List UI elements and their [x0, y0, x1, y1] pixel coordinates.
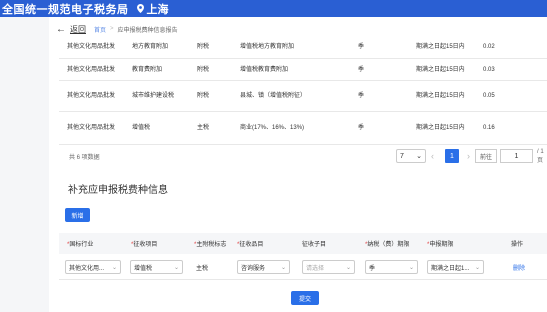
form-table-header: *国标行业 *征收项目 *主附税标志 *征收品目 征收子目 *纳税（费）期限 *…: [59, 233, 547, 254]
subitem-select[interactable]: 请选择 ⌄: [302, 260, 355, 274]
goto-label: 前往: [475, 149, 497, 163]
header-deadline: *申报期限: [427, 242, 454, 248]
top-header: 全国统一规范电子税务局 上海: [0, 0, 547, 17]
chevron-down-icon: ⌄: [173, 264, 179, 271]
back-arrow-icon: ←: [56, 23, 66, 35]
region-label: 上海: [146, 3, 169, 16]
cell-deadline: 期满之日起15日内: [416, 93, 465, 99]
chevron-down-icon: ⌄: [280, 264, 286, 271]
cell-category: 县城、镇（增值税附征）: [240, 93, 307, 99]
section-title: 补充应申报税费种信息: [68, 185, 168, 196]
chevron-down-icon: ⌄: [416, 153, 422, 160]
breadcrumb-current: 应申报税费种信息报告: [117, 27, 178, 34]
tax-info-table: 其他文化用品批发 地方教育附加 附税 增值税地方教育附加 季 期满之日起15日内…: [59, 36, 547, 145]
site-title: 全国统一规范电子税务局: [2, 3, 129, 16]
region-selector[interactable]: 上海: [136, 1, 169, 17]
page-total: / 1 页: [537, 148, 544, 164]
form-table-row: 其他文化用... ⌄ 增值税 ⌄ 主税 咨询服务 ⌄ 请选择 ⌄ 季 ⌄ 期满之日起1..…: [59, 254, 547, 280]
cell-rate: 0.16: [483, 125, 495, 131]
cell-category: 商业(17%、16%、13%): [240, 125, 305, 131]
header-category: *征收品目: [237, 242, 264, 248]
add-row-button[interactable]: 新增: [65, 208, 90, 222]
cell-item: 增值税: [132, 125, 151, 131]
chevron-down-icon: ⌄: [408, 264, 414, 271]
back-button[interactable]: ← 返回: [56, 24, 86, 35]
header-subitem: 征收子目: [302, 242, 327, 248]
cell-deadline: 期满之日起15日内: [416, 44, 465, 50]
cell-period: 季: [358, 125, 365, 131]
table-row: 其他文化用品批发 教育费附加 附税 增值税教育费附加 季 期满之日起15日内 0…: [59, 59, 547, 81]
main-mark-value: 主税: [196, 265, 209, 272]
page-size-value: 7: [400, 152, 404, 160]
chevron-down-icon: ⌄: [474, 264, 480, 271]
deadline-select[interactable]: 期满之日起1... ⌄: [427, 260, 484, 274]
page-number-button[interactable]: 1: [445, 149, 459, 163]
cell-main-mark: 附税: [197, 93, 210, 99]
app-root: 全国统一规范电子税务局 上海 ← 返回 首页 > 应申报税费种信息报告 其他文化…: [0, 0, 547, 312]
table-row: 其他文化用品批发 地方教育附加 附税 增值税地方教育附加 季 期满之日起15日内…: [59, 36, 547, 59]
cell-deadline: 期满之日起15日内: [416, 66, 465, 73]
cell-item: 地方教育附加: [132, 44, 169, 50]
item-select[interactable]: 增值税 ⌄: [130, 260, 183, 274]
cell-rate: 0.03: [483, 66, 495, 73]
cell-period: 季: [358, 93, 365, 99]
location-pin-icon: [136, 4, 144, 13]
cell-deadline: 期满之日起15日内: [416, 125, 465, 131]
category-select[interactable]: 咨询服务 ⌄: [237, 260, 290, 274]
page-size-select[interactable]: 7 ⌄: [396, 149, 426, 163]
header-main-mark: *主附税标志: [194, 242, 227, 248]
cell-item: 城市维护建设税: [132, 93, 175, 99]
header-industry: *国标行业: [67, 242, 94, 248]
table-row: 其他文化用品批发 增值税 主税 商业(17%、16%、13%) 季 期满之日起1…: [59, 112, 547, 145]
breadcrumb-separator: >: [110, 26, 114, 32]
cell-rate: 0.02: [483, 44, 495, 50]
cell-industry: 其他文化用品批发: [67, 66, 116, 73]
cell-industry: 其他文化用品批发: [67, 93, 116, 99]
pagination: 共 6 项数据 7 ⌄ ‹ 1 › 前往 1 / 1 页: [59, 148, 547, 164]
cell-main-mark: 附税: [197, 44, 210, 50]
header-action: 操作: [511, 242, 524, 248]
period-select[interactable]: 季 ⌄: [365, 260, 418, 274]
page-jump-input[interactable]: 1: [500, 149, 533, 163]
industry-select[interactable]: 其他文化用... ⌄: [65, 260, 121, 274]
prev-page-icon[interactable]: ‹: [431, 151, 434, 161]
cell-category: 增值税教育费附加: [240, 66, 289, 73]
back-label: 返回: [70, 24, 86, 34]
cell-industry: 其他文化用品批发: [67, 44, 116, 50]
chevron-down-icon: ⌄: [345, 264, 351, 271]
cell-period: 季: [358, 66, 365, 73]
header-item: *征收项目: [131, 242, 158, 248]
submit-button[interactable]: 提交: [291, 291, 319, 305]
cell-period: 季: [358, 44, 365, 50]
breadcrumb-trail: 首页 > 应申报税费种信息报告: [94, 25, 178, 34]
cell-main-mark: 附税: [197, 66, 210, 73]
cell-industry: 其他文化用品批发: [67, 125, 116, 131]
breadcrumb-home[interactable]: 首页: [94, 25, 106, 34]
cell-item: 教育费附加: [132, 66, 163, 73]
header-period: *纳税（费）期限: [365, 242, 410, 248]
cell-rate: 0.05: [483, 93, 495, 99]
delete-row-link[interactable]: 删除: [513, 260, 525, 274]
total-count: 共 6 项数据: [69, 154, 100, 161]
next-page-icon[interactable]: ›: [467, 151, 470, 161]
cell-main-mark: 主税: [197, 125, 210, 131]
chevron-down-icon: ⌄: [111, 264, 117, 271]
left-gutter: [0, 17, 49, 312]
cell-category: 增值税地方教育附加: [240, 44, 295, 50]
table-row: 其他文化用品批发 城市维护建设税 附税 县城、镇（增值税附征） 季 期满之日起1…: [59, 81, 547, 112]
